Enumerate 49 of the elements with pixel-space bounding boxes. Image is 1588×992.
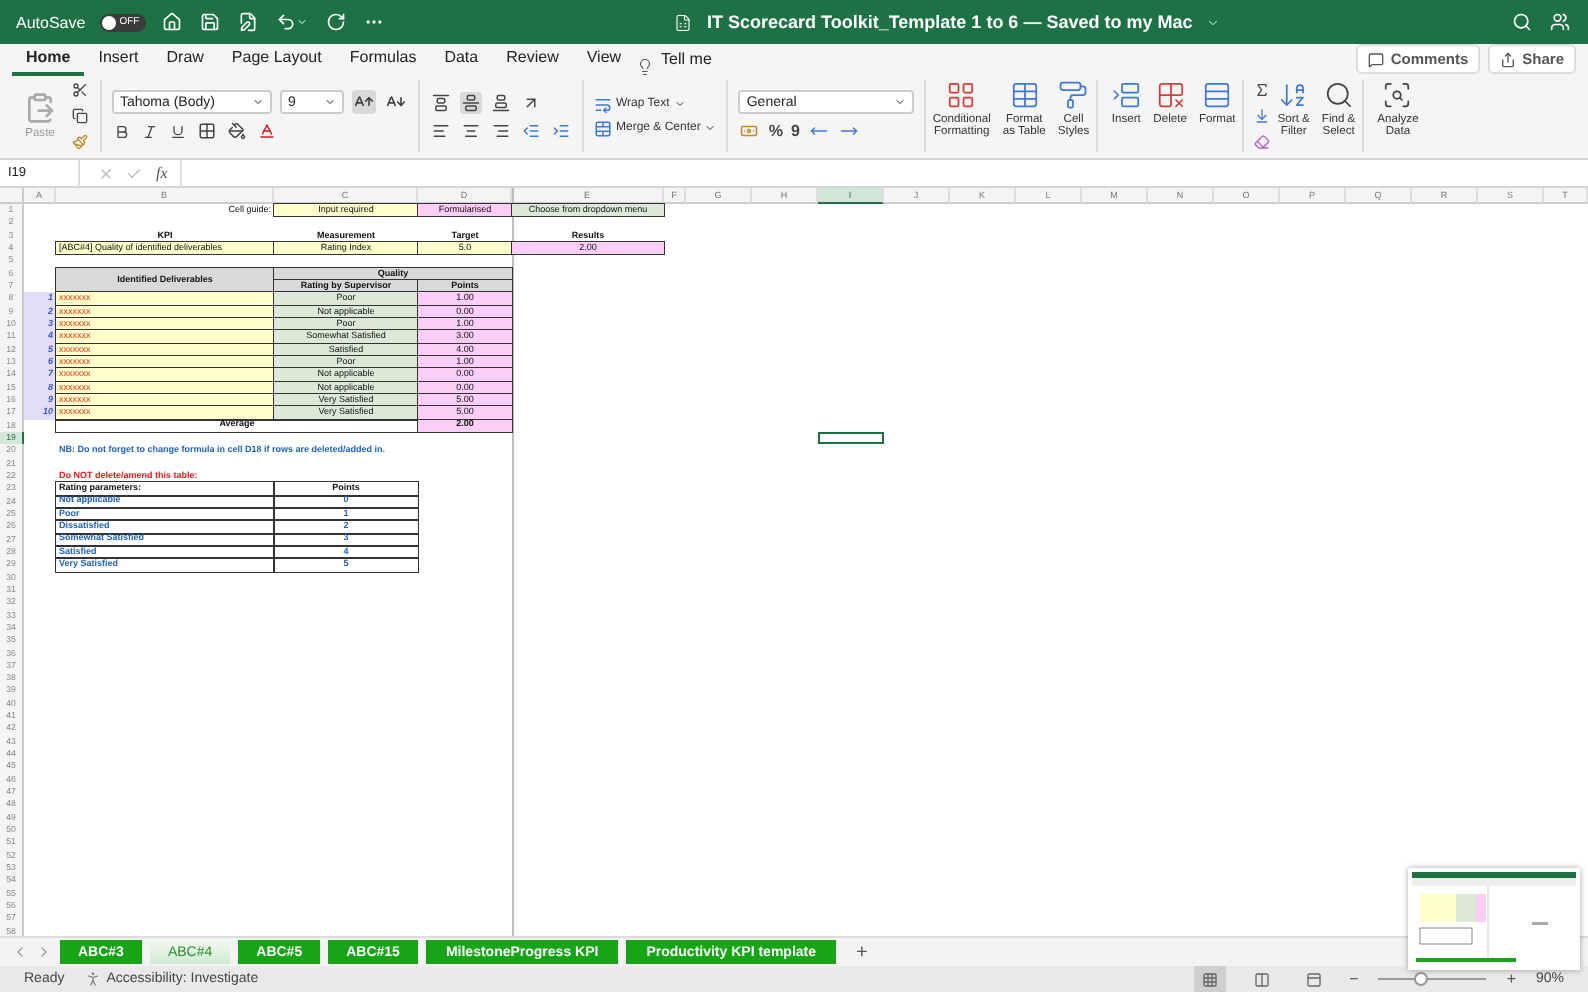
percent-button[interactable]: % [768, 122, 783, 140]
ribbon-tab[interactable]: View [572, 44, 636, 76]
page-break-icon [1253, 971, 1270, 987]
chevron-icon [894, 96, 907, 108]
insert-function-button[interactable]: fx [156, 164, 168, 182]
chevron-icon [1206, 15, 1221, 29]
next-sheet-icon[interactable] [36, 944, 52, 960]
ribbon-tab[interactable]: Review [492, 44, 573, 76]
chevron-icon [673, 98, 686, 110]
accessibility-icon [84, 970, 103, 988]
find-icon [1323, 80, 1354, 110]
analyze-icon [1382, 80, 1413, 110]
autosave-label: AutoSave [16, 13, 86, 31]
chevron-icon [704, 122, 717, 134]
normal-view-button[interactable] [1193, 966, 1226, 992]
styles-icon [1058, 80, 1089, 110]
undo-button[interactable] [273, 10, 310, 34]
share-icon [1500, 51, 1517, 67]
table-icon [1009, 80, 1040, 110]
comma-style-button[interactable]: 9 [790, 122, 800, 140]
normal-icon [1201, 971, 1218, 987]
wrap-text-icon [594, 95, 612, 113]
zoom-slider-thumb[interactable] [1414, 972, 1429, 986]
ribbon-tab[interactable]: Draw [152, 44, 218, 76]
window-title[interactable]: IT Scorecard Toolkit_Template 1 to 6 — Saved to my Mac [706, 12, 1193, 32]
speech-bubble-icon [1368, 51, 1385, 67]
ribbon-tab[interactable]: Data [430, 44, 493, 76]
previous-sheet-icon[interactable] [12, 944, 28, 960]
ribbon-tab[interactable]: Formulas [335, 44, 431, 76]
format-icon [1202, 80, 1233, 110]
selected-cell[interactable] [818, 431, 884, 445]
chevron-icon [324, 96, 336, 108]
conditional-icon [946, 80, 977, 110]
undo-icon[interactable] [275, 12, 296, 32]
merge-cells-icon [594, 119, 612, 137]
chevron-icon [295, 16, 308, 28]
zoom-out-button[interactable]: − [1349, 970, 1359, 988]
zoom-in-button[interactable]: + [1506, 970, 1516, 988]
tell-me-field[interactable]: Tell me [653, 46, 720, 76]
delete-icon [1155, 80, 1186, 110]
clipboard-icon [24, 91, 56, 124]
insert-icon [1111, 80, 1142, 110]
ribbon-tab[interactable]: Insert [84, 44, 153, 76]
chevron-icon [252, 96, 264, 108]
sort-icon [1278, 80, 1309, 110]
page-layout-icon [1305, 971, 1322, 987]
ribbon-tab[interactable]: Page Layout [217, 44, 336, 76]
document-icon [674, 13, 693, 31]
add-sheet-button[interactable]: + [844, 941, 880, 963]
